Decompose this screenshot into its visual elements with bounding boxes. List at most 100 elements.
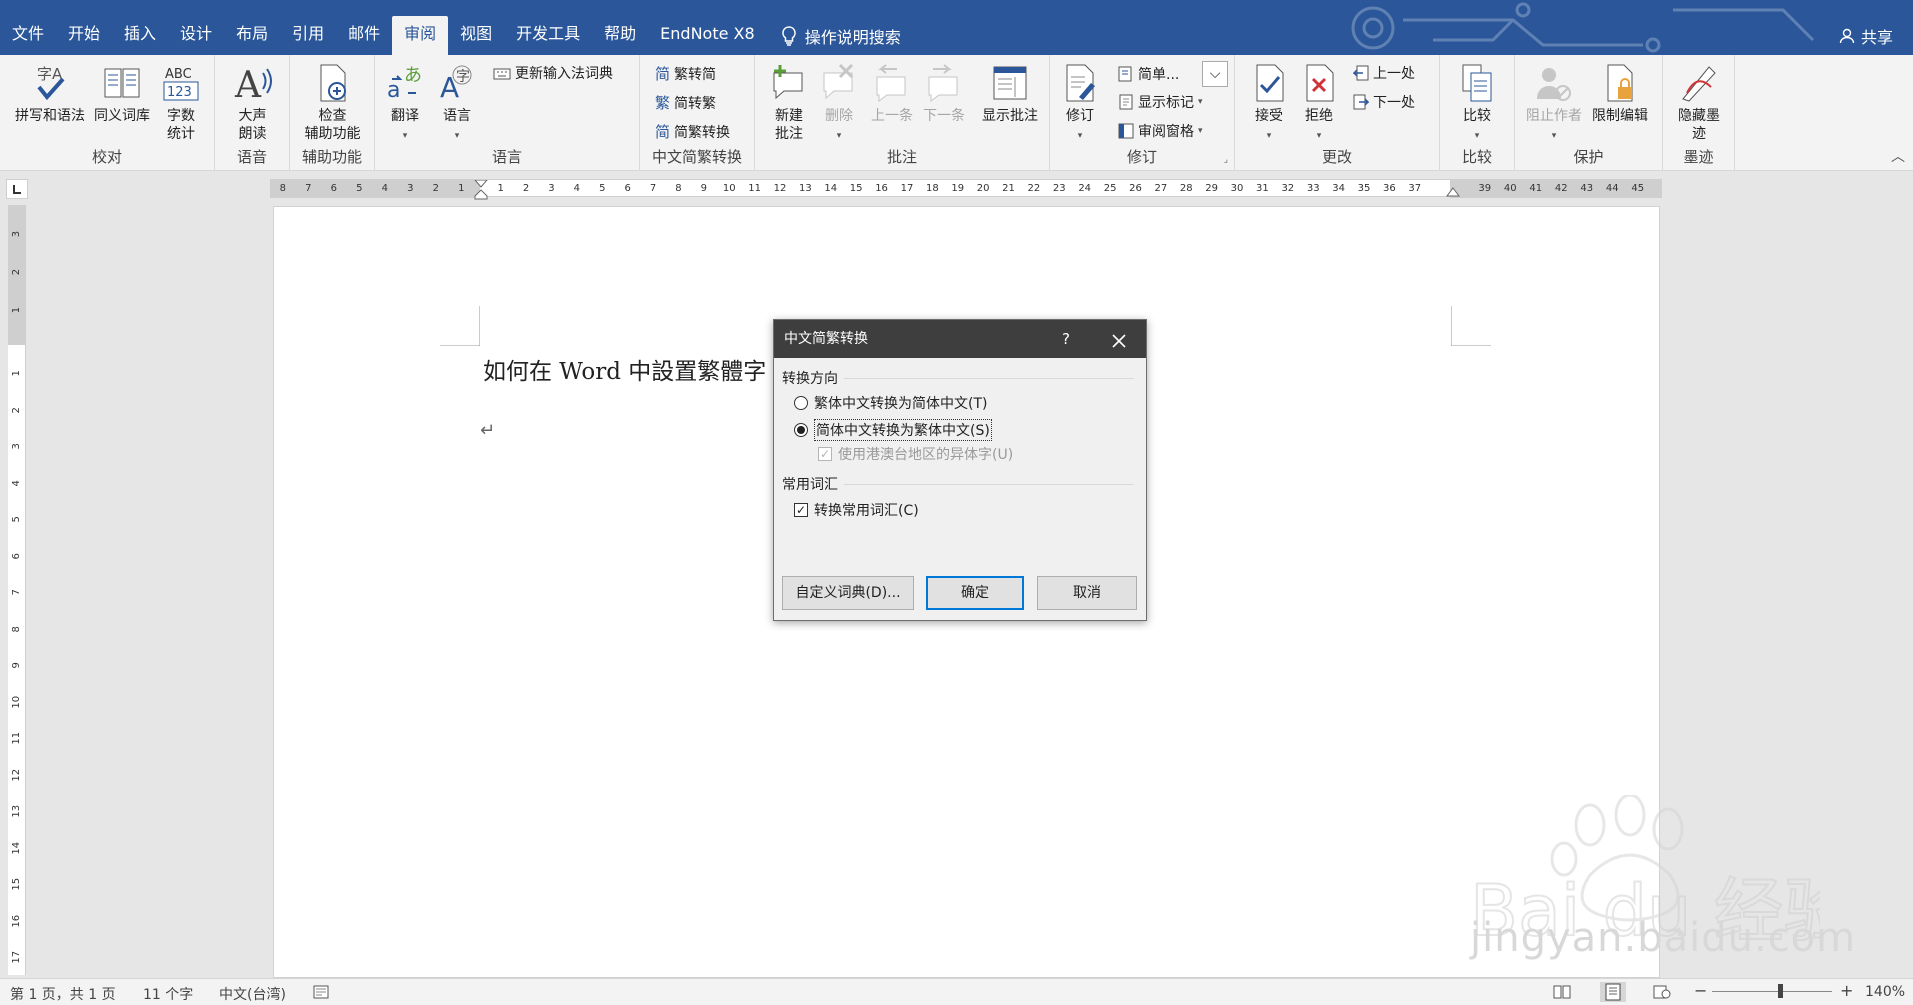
reject-button[interactable]: 拒绝 ▾ (1297, 63, 1341, 145)
tab-file[interactable]: 文件 (0, 16, 56, 55)
right-indent-marker-icon[interactable] (1446, 186, 1460, 200)
tab-home[interactable]: 开始 (56, 16, 112, 55)
indent-marker-icon[interactable] (474, 180, 488, 200)
show-markup-button[interactable]: 显示标记 ▾ (1118, 92, 1203, 112)
reject-icon (1306, 64, 1334, 102)
new-comment-label-1: 新建 (775, 108, 803, 124)
check-label-1: 检查 (318, 108, 347, 124)
ruler-number: 25 (1103, 183, 1117, 194)
vertical-ruler[interactable]: 321 1 2 3 4 5 6 7 8 9 10 11 12 13 14 15 16 17 (8, 205, 26, 975)
ruler-number: 44 (1605, 183, 1619, 194)
radio-simp-to-trad-circle[interactable] (794, 423, 808, 437)
page-count[interactable]: 第 1 页，共 1 页 (10, 984, 116, 1004)
language-dropdown-icon: ▾ (454, 131, 460, 141)
tab-view[interactable]: 视图 (448, 16, 504, 55)
collapse-ribbon-icon[interactable]: ︿ (1891, 146, 1905, 166)
checkbox-hk-variants[interactable]: ✓ 使用港澳台地区的异体字(U) (818, 444, 1013, 464)
block-authors-button[interactable]: 阻止作者 ▾ (1523, 63, 1585, 145)
web-layout-icon[interactable] (1653, 984, 1671, 1000)
ruler-number: 37 (1408, 183, 1422, 194)
show-comments-button[interactable]: 显示批注 (975, 63, 1045, 125)
tab-layout[interactable]: 布局 (224, 16, 280, 55)
ruler-number: 16 (875, 183, 888, 194)
accept-button[interactable]: 接受 ▾ (1247, 63, 1291, 145)
update-ime-dictionary-button[interactable]: 更新输入法词典 (493, 63, 613, 83)
help-button[interactable]: ? (1054, 320, 1078, 358)
radio-simp-to-trad[interactable]: 简体中文转换为繁体中文(S) (794, 419, 992, 441)
share-button[interactable]: 共享 (1839, 24, 1893, 48)
translate-button[interactable]: aあ 翻译 ▾ (385, 63, 425, 145)
zoom-out-button[interactable]: − (1694, 981, 1707, 1000)
chevron-down-icon[interactable]: ⌵ (1202, 61, 1228, 87)
trad-to-simp-button[interactable]: 简 繁转简 (655, 63, 716, 84)
markup-display-select[interactable]: 简单... ⌵ (1118, 61, 1228, 87)
read-mode-icon[interactable] (1553, 984, 1571, 1000)
next-comment-button[interactable]: 下一条 (919, 63, 969, 125)
tab-review[interactable]: 审阅 (392, 16, 449, 55)
accessibility-check-icon (320, 64, 346, 102)
tab-selector[interactable] (6, 179, 28, 199)
custom-dictionary-button[interactable]: 自定义词典(D)... (782, 576, 914, 610)
checkbox-convert-common-box[interactable]: ✓ (794, 503, 808, 517)
horizontal-ruler[interactable]: 87654321 1 2 3 4 5 6 7 8 9 10 11 12 13 14 15 16 17 18 19 20… (270, 179, 1662, 200)
compare-button[interactable]: 比较 ▾ (1455, 63, 1499, 145)
spelling-grammar-button[interactable]: 字A 拼写和语法 (10, 63, 90, 125)
section-divider (844, 378, 1134, 379)
language-button[interactable]: A字 语言 ▾ (435, 63, 479, 145)
print-layout-icon[interactable] (1600, 982, 1626, 1002)
group-label-proofing: 校对 (91, 148, 122, 166)
wordcount-label-2: 统计 (167, 126, 195, 142)
block-authors-icon (1537, 68, 1571, 101)
check-accessibility-button[interactable]: 检查 辅助功能 (295, 63, 370, 143)
word-count[interactable]: 11 个字 (143, 984, 193, 1004)
checkbox-hk-variants-box[interactable]: ✓ (818, 447, 832, 461)
document-text[interactable]: 如何在 Word 中設置繁體字 (483, 352, 766, 386)
read-aloud-button[interactable]: A 大声 朗读 (225, 63, 280, 143)
language-label: 语言 (443, 108, 471, 124)
prev-comment-button[interactable]: 上一条 (867, 63, 917, 125)
radio-trad-to-simp[interactable]: 繁体中文转换为简体中文(T) (794, 393, 987, 413)
simp-to-trad-label: 简转繁 (674, 95, 717, 112)
tab-developer[interactable]: 开发工具 (504, 16, 592, 55)
review-pane-button[interactable]: 审阅窗格 ▾ (1118, 121, 1203, 141)
ruler-number: 35 (1357, 183, 1371, 194)
restrict-editing-button[interactable]: 限制编辑 (1587, 63, 1653, 125)
tab-insert[interactable]: 插入 (112, 16, 168, 55)
tab-help[interactable]: 帮助 (592, 16, 648, 55)
next-change-icon (1353, 94, 1369, 110)
next-change-button[interactable]: 下一处 (1353, 92, 1415, 112)
chinese-conversion-button[interactable]: 简 简繁转换 (655, 121, 730, 142)
zoom-slider-track[interactable] (1712, 991, 1832, 992)
new-comment-button[interactable]: 新建 批注 (767, 63, 811, 143)
tab-mailings[interactable]: 邮件 (336, 16, 392, 55)
track-changes-button[interactable]: 修订 ▾ (1058, 63, 1102, 145)
zoom-slider-thumb[interactable] (1778, 984, 1783, 998)
keyboard-icon (493, 68, 511, 80)
hide-ink-button[interactable]: 隐藏墨 迹 (1669, 63, 1729, 143)
delete-comment-button[interactable]: 删除 ▾ (817, 63, 861, 145)
zoom-level[interactable]: 140% (1865, 984, 1905, 1000)
macro-record-icon[interactable] (313, 985, 329, 999)
delete-comment-icon (823, 63, 854, 100)
thesaurus-button[interactable]: 同义词库 (90, 63, 154, 125)
tell-me-search[interactable]: 操作说明搜索 (781, 16, 901, 55)
dialog-launcher-icon[interactable]: ⌟ (1224, 155, 1228, 165)
radio-trad-to-simp-circle[interactable] (794, 396, 808, 410)
simp-to-trad-button[interactable]: 繁 简转繁 (655, 92, 716, 113)
show-comments-label: 显示批注 (982, 108, 1038, 124)
tab-references[interactable]: 引用 (280, 16, 336, 55)
previous-change-button[interactable]: 上一处 (1353, 63, 1415, 83)
ok-button[interactable]: 确定 (926, 576, 1024, 610)
tab-design[interactable]: 设计 (168, 16, 224, 55)
checkbox-convert-common[interactable]: ✓ 转换常用词汇(C) (794, 500, 919, 520)
cancel-button[interactable]: 取消 (1037, 576, 1137, 610)
zoom-in-button[interactable]: + (1840, 981, 1853, 1000)
group-label-speech: 语音 (236, 148, 267, 166)
crop-mark-top-left (440, 306, 480, 346)
ruler-number: 33 (1306, 183, 1320, 194)
close-button[interactable] (1099, 320, 1139, 358)
word-count-button[interactable]: ABC 123 字数 统计 (155, 63, 207, 143)
tab-endnote[interactable]: EndNote X8 (648, 16, 767, 55)
language-status[interactable]: 中文(台湾) (219, 984, 286, 1004)
translate-dropdown-icon: ▾ (402, 131, 408, 141)
